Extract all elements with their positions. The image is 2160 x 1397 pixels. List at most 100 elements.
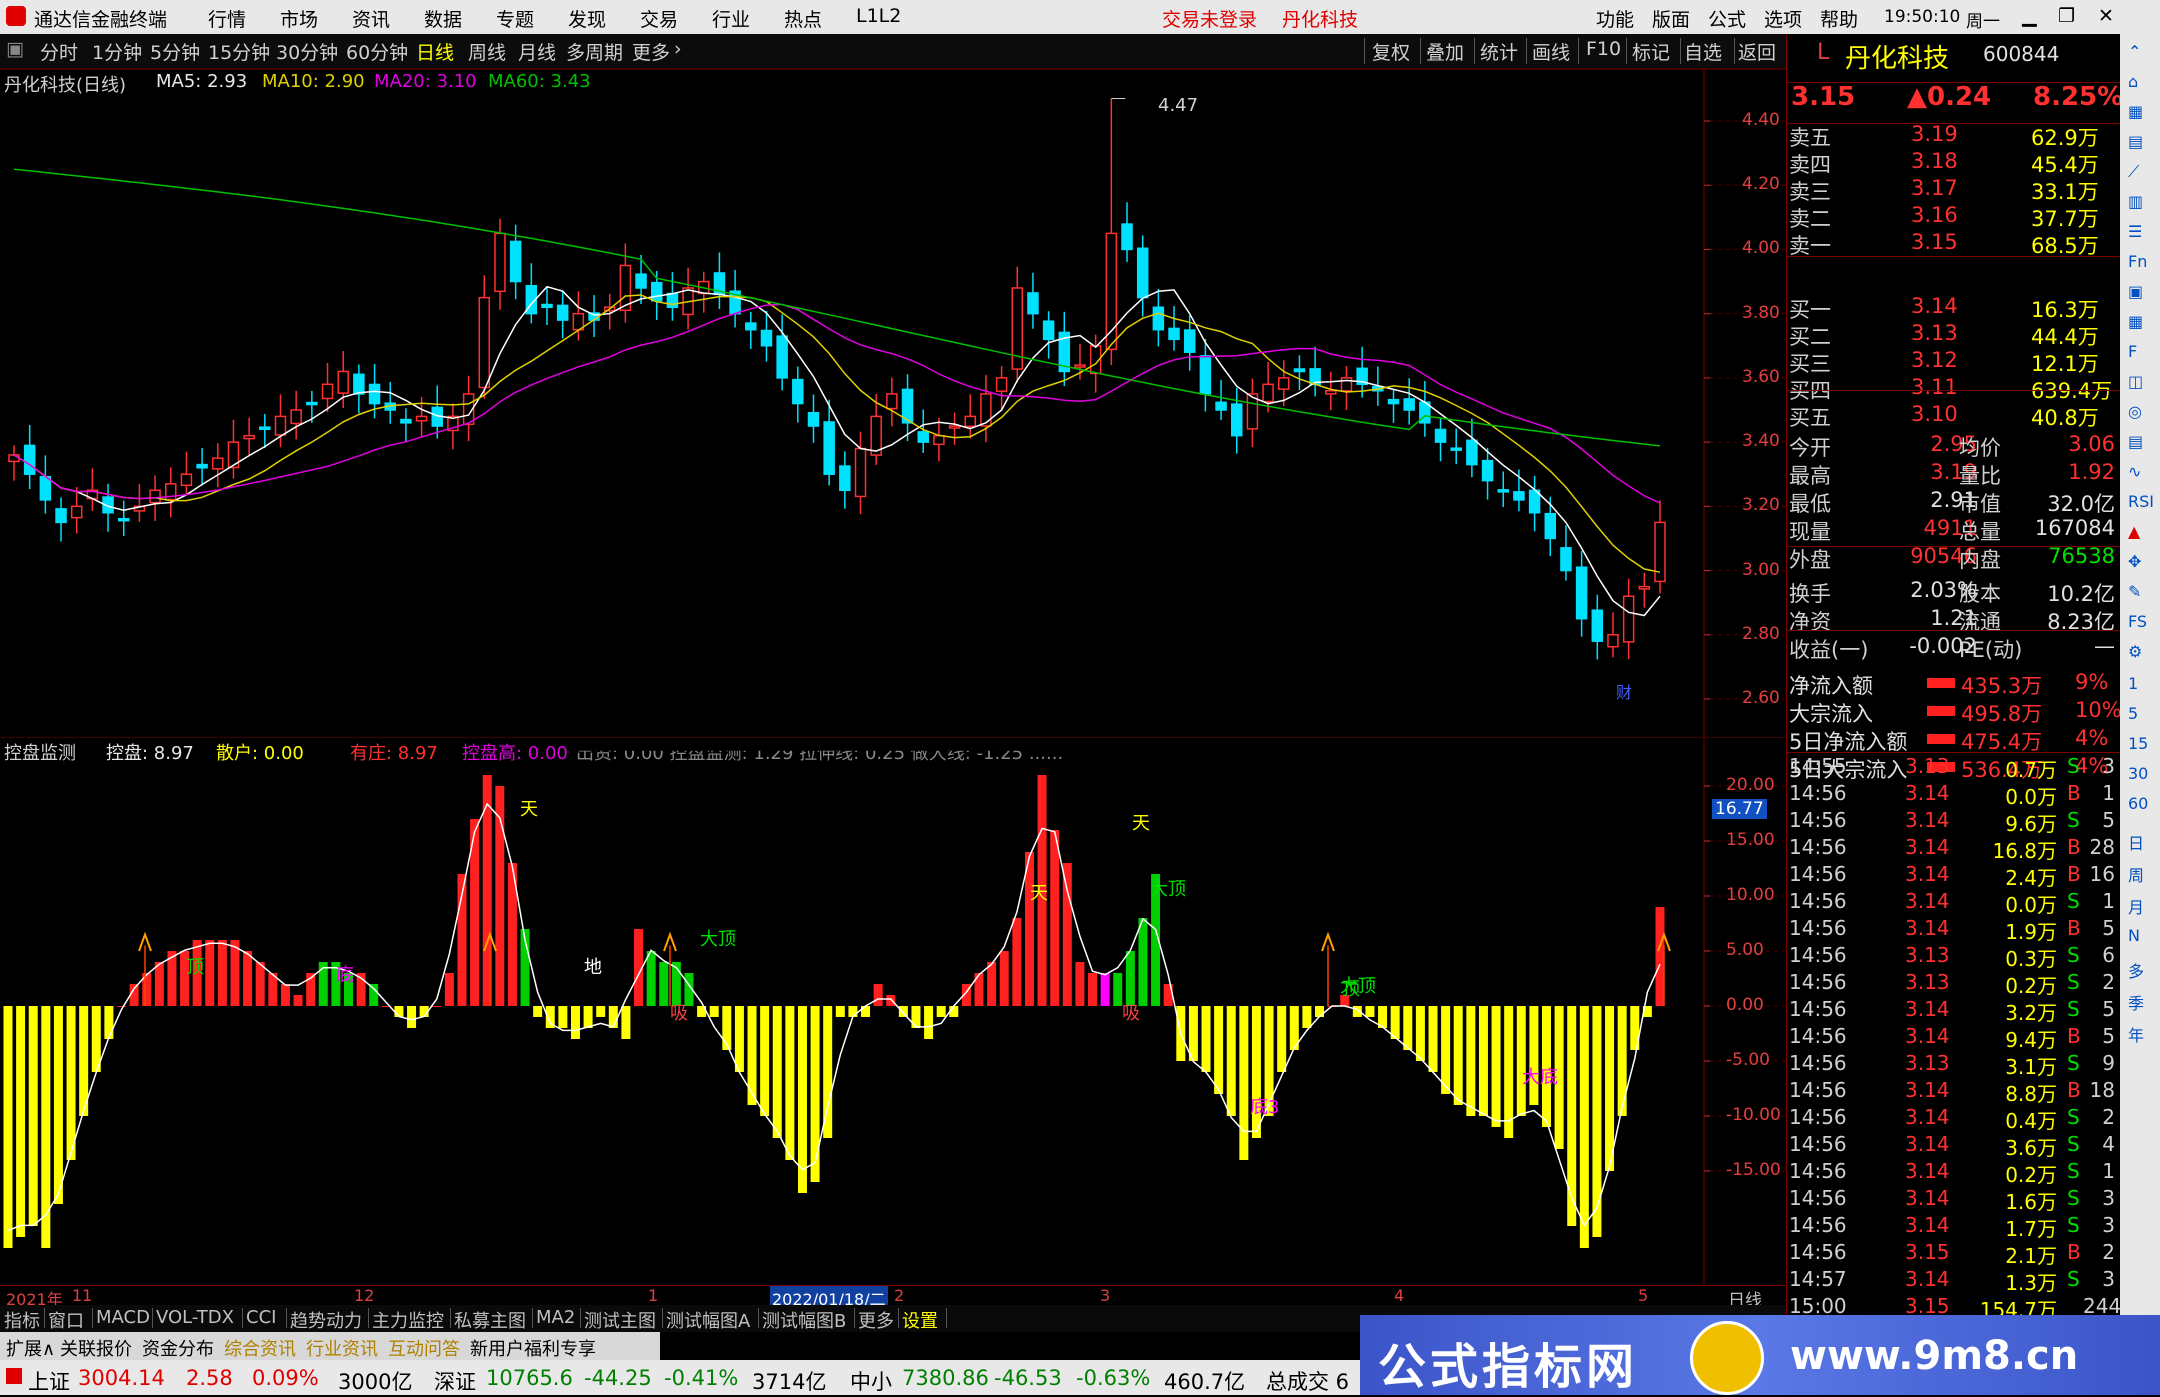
bid-price[interactable]: 3.13 bbox=[1911, 321, 1958, 345]
f10-icon[interactable]: Fn bbox=[2128, 252, 2147, 271]
ask-price[interactable]: 3.17 bbox=[1911, 176, 1958, 200]
extension-tab[interactable]: 行业资讯 bbox=[306, 1335, 378, 1361]
period-5min[interactable]: 5分钟 bbox=[150, 38, 200, 65]
chevron-right-icon[interactable]: › bbox=[674, 38, 682, 60]
home-icon[interactable]: ⌂ bbox=[2128, 72, 2138, 91]
extension-tab[interactable]: 扩展∧ bbox=[6, 1335, 55, 1361]
ask-price[interactable]: 3.15 bbox=[1911, 230, 1958, 254]
trend-icon[interactable]: ⟋ bbox=[2128, 162, 2139, 182]
strip-day[interactable]: 日 bbox=[2128, 830, 2144, 854]
sz-label[interactable]: 深证 bbox=[434, 1366, 476, 1396]
indicator-tab[interactable]: 主力监控 bbox=[372, 1307, 444, 1333]
menu-hangye[interactable]: 行业 bbox=[712, 5, 750, 32]
rsi-icon[interactable]: RSI bbox=[2128, 492, 2154, 511]
period-1min[interactable]: 1分钟 bbox=[92, 38, 142, 65]
layers-icon[interactable]: ▤ bbox=[2128, 432, 2143, 451]
period-15min[interactable]: 15分钟 bbox=[208, 38, 270, 65]
period-60[interactable]: 60 bbox=[2128, 794, 2148, 813]
indicator-tab[interactable]: MACD bbox=[96, 1307, 150, 1328]
flag-icon[interactable]: ▲ bbox=[2128, 522, 2140, 541]
bid-price[interactable]: 3.12 bbox=[1911, 348, 1958, 372]
ask-price[interactable]: 3.19 bbox=[1911, 122, 1958, 146]
extension-tab[interactable]: 新用户福利专享 bbox=[470, 1335, 596, 1361]
period-fenshi[interactable]: 分时 bbox=[40, 38, 78, 65]
menu-l1l2[interactable]: L1L2 bbox=[856, 5, 901, 27]
extension-tab[interactable]: 综合资讯 bbox=[224, 1335, 296, 1361]
ask-price[interactable]: 3.16 bbox=[1911, 203, 1958, 227]
period-multi[interactable]: 多周期 bbox=[566, 38, 623, 65]
list-icon[interactable]: ☰ bbox=[2128, 222, 2142, 241]
trade-status[interactable]: 交易未登录 bbox=[1162, 5, 1257, 32]
circle-icon[interactable]: ◎ bbox=[2128, 402, 2142, 421]
restore-icon[interactable]: ❐ bbox=[2058, 5, 2075, 27]
indicator-tab[interactable]: 趋势动力 bbox=[290, 1307, 362, 1333]
action-huaxian[interactable]: 画线 bbox=[1532, 38, 1570, 65]
action-zixuan[interactable]: 自选 bbox=[1684, 38, 1722, 65]
action-fanhui[interactable]: 返回 bbox=[1738, 38, 1776, 65]
period-monthly[interactable]: 月线 bbox=[518, 38, 556, 65]
period-1[interactable]: 1 bbox=[2128, 674, 2138, 693]
period-30min[interactable]: 30分钟 bbox=[276, 38, 338, 65]
kline-icon[interactable]: ▥ bbox=[2128, 192, 2143, 211]
period-daily[interactable]: 日线 bbox=[416, 38, 454, 65]
period-60min[interactable]: 60分钟 bbox=[346, 38, 408, 65]
strip-year[interactable]: 年 bbox=[2128, 1022, 2144, 1046]
finance-marker[interactable]: 财 bbox=[1616, 679, 1632, 703]
indicator-chart[interactable]: 天天天顶顶大顶 大顶 大顶地底吸吸底3 大底 控盘监测 控盘: 8.97 散户: 0.… bbox=[0, 737, 1786, 1285]
menu-gongshi[interactable]: 公式 bbox=[1708, 5, 1746, 32]
sh-label[interactable]: 上证 bbox=[28, 1366, 70, 1396]
period-15[interactable]: 15 bbox=[2128, 734, 2148, 753]
box-icon[interactable]: ◫ bbox=[2128, 372, 2143, 391]
menu-zixun[interactable]: 资讯 bbox=[352, 5, 390, 32]
menu-faxian[interactable]: 发现 bbox=[568, 5, 606, 32]
menu-xuanxiang[interactable]: 选项 bbox=[1764, 5, 1802, 32]
menu-bangzhu[interactable]: 帮助 bbox=[1820, 5, 1858, 32]
indicator-tab[interactable]: CCI bbox=[246, 1307, 276, 1328]
toolbar-toggle-icon[interactable]: ▣ bbox=[6, 38, 24, 60]
action-f10[interactable]: F10 bbox=[1586, 38, 1621, 60]
bid-price[interactable]: 3.11 bbox=[1911, 375, 1958, 399]
wave-icon[interactable]: ∿ bbox=[2128, 462, 2141, 481]
menu-jiaoyi[interactable]: 交易 bbox=[640, 5, 678, 32]
extension-tab[interactable]: 关联报价 bbox=[60, 1335, 132, 1361]
menu-hangqing[interactable]: 行情 bbox=[208, 5, 246, 32]
zx-label[interactable]: 中小 bbox=[850, 1366, 892, 1396]
action-tongji[interactable]: 统计 bbox=[1480, 38, 1518, 65]
menu-zhuanti[interactable]: 专题 bbox=[496, 5, 534, 32]
menu-shuju[interactable]: 数据 bbox=[424, 5, 462, 32]
ask-price[interactable]: 3.18 bbox=[1911, 149, 1958, 173]
move-icon[interactable]: ✥ bbox=[2128, 552, 2141, 571]
strip-multi[interactable]: 多 bbox=[2128, 958, 2144, 982]
action-diejia[interactable]: 叠加 bbox=[1426, 38, 1464, 65]
period-weekly[interactable]: 周线 bbox=[468, 38, 506, 65]
calendar-icon[interactable]: ▦ bbox=[2128, 312, 2143, 331]
minimize-icon[interactable]: ▁ bbox=[2022, 5, 2037, 27]
bid-price[interactable]: 3.10 bbox=[1911, 402, 1958, 426]
indicator-tab[interactable]: 测试幅图B bbox=[762, 1307, 846, 1333]
menu-shichang[interactable]: 市场 bbox=[280, 5, 318, 32]
period-30[interactable]: 30 bbox=[2128, 764, 2148, 783]
fs-icon[interactable]: FS bbox=[2128, 612, 2147, 631]
strip-week[interactable]: 周 bbox=[2128, 862, 2144, 886]
indicator-tab[interactable]: 测试幅图A bbox=[666, 1307, 750, 1333]
settings-icon[interactable]: ⚙ bbox=[2128, 642, 2142, 661]
kline-chart[interactable]: 丹化科技(日线) MA5: 2.93 MA10: 2.90 MA20: 3.10… bbox=[0, 69, 1786, 737]
indicator-tab[interactable]: 测试主图 bbox=[584, 1307, 656, 1333]
strip-month[interactable]: 月 bbox=[2128, 894, 2144, 918]
extension-tab[interactable]: 资金分布 bbox=[142, 1335, 214, 1361]
action-biaoji[interactable]: 标记 bbox=[1632, 38, 1670, 65]
bid-price[interactable]: 3.14 bbox=[1911, 294, 1958, 318]
chart-icon[interactable]: ▤ bbox=[2128, 132, 2143, 151]
menu-redian[interactable]: 热点 bbox=[784, 5, 822, 32]
strip-n[interactable]: N bbox=[2128, 926, 2140, 945]
indicator-tab[interactable]: 更多 bbox=[858, 1307, 894, 1333]
menu-banmian[interactable]: 版面 bbox=[1652, 5, 1690, 32]
menu-gongneng[interactable]: 功能 bbox=[1596, 5, 1634, 32]
indicator-tab[interactable]: VOL-TDX bbox=[156, 1307, 234, 1328]
period-5[interactable]: 5 bbox=[2128, 704, 2138, 723]
indicator-tab[interactable]: MA2 bbox=[536, 1307, 575, 1328]
up-arrow-icon[interactable]: ⌃ bbox=[2128, 42, 2141, 61]
indicator-tab[interactable]: 设置 bbox=[902, 1307, 938, 1333]
indicator-tab[interactable]: 窗口 bbox=[48, 1307, 84, 1333]
indicator-tab[interactable]: 指标 bbox=[4, 1307, 40, 1333]
